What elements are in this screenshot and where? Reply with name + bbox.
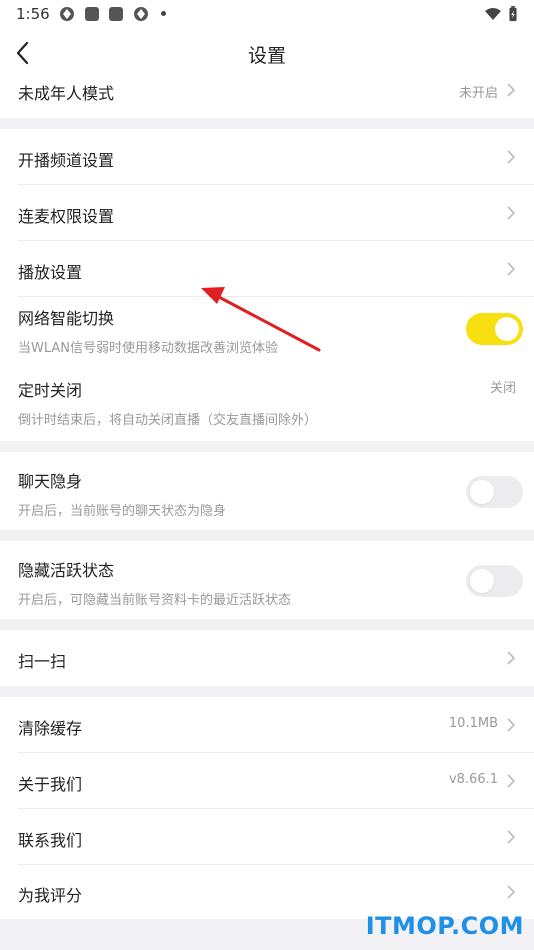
settings-item-rate[interactable]: 为我评分 [0,865,534,919]
setting-value: 10.1MB [448,716,498,731]
header-bar: 设置 [0,28,534,78]
settings-item-clear-cache[interactable]: 清除缓存 10.1MB [0,697,534,753]
app-notification-icon [60,7,74,21]
status-time: 1:56 [16,5,50,23]
chevron-right-icon [507,262,516,276]
app-notification-icon [85,7,99,21]
settings-item-timer-off[interactable]: 定时关闭 关闭 倒计时结束后，将自动关闭直播（交友直播间除外） [0,363,534,441]
setting-value: 关闭 [489,381,516,396]
setting-label: 清除缓存 [18,719,83,738]
setting-label: 未成年人模式 [18,84,115,103]
settings-item-contact[interactable]: 联系我们 [0,809,534,865]
wifi-icon [485,8,501,20]
status-bar: 1:56 [0,0,534,28]
settings-item-hide-active: 隐藏活跃状态 开启后，可隐藏当前账号资料卡的最近活跃状态 [0,541,534,619]
settings-item-network-switch: 网络智能切换 当WLAN信号弱时使用移动数据改善浏览体验 [0,297,534,363]
chevron-right-icon [507,150,516,164]
app-notification-icon [109,7,123,21]
watermark-logo: ITMOP.COM [365,912,524,940]
chevron-right-icon [507,718,516,732]
toggle-knob [470,569,494,593]
chevron-right-icon [507,774,516,788]
chevron-right-icon [507,206,516,220]
setting-label: 隐藏活跃状态 [18,561,115,580]
chat-invisible-toggle[interactable] [466,476,523,508]
toggle-knob [495,317,519,341]
settings-item-mic-permission[interactable]: 连麦权限设置 [0,185,534,241]
settings-item-about[interactable]: 关于我们 v8.66.1 [0,753,534,809]
chevron-right-icon [507,83,516,97]
toggle-knob [470,480,494,504]
settings-item-channel[interactable]: 开播频道设置 [0,129,534,185]
setting-label: 定时关闭 [18,381,83,400]
app-notification-icon [134,7,148,21]
page-title: 设置 [247,45,286,67]
setting-label: 扫一扫 [18,652,67,671]
hide-active-toggle[interactable] [466,565,523,597]
setting-label: 连麦权限设置 [18,207,115,226]
chevron-right-icon [507,885,516,899]
settings-item-chat-invisible: 聊天隐身 开启后，当前账号的聊天状态为隐身 [0,452,534,530]
setting-value: 未开启 [458,86,498,101]
more-notifications-dot [161,11,166,16]
setting-label: 网络智能切换 [18,309,115,328]
setting-label: 聊天隐身 [18,472,83,491]
setting-label: 开播频道设置 [18,151,115,170]
settings-item-playback[interactable]: 播放设置 [0,241,534,297]
settings-item-scan[interactable]: 扫一扫 [0,630,534,686]
setting-description: 开启后，当前账号的聊天状态为隐身 [18,504,227,519]
chevron-right-icon [507,830,516,844]
setting-label: 为我评分 [18,886,83,905]
settings-item-minor-mode[interactable]: 未成年人模式 未开启 [0,78,534,118]
battery-icon [509,6,517,22]
setting-label: 关于我们 [18,775,83,794]
setting-value: v8.66.1 [448,772,498,787]
setting-description: 当WLAN信号弱时使用移动数据改善浏览体验 [18,341,279,356]
setting-description: 倒计时结束后，将自动关闭直播（交友直播间除外） [18,413,318,428]
setting-label: 联系我们 [18,831,83,850]
network-switch-toggle[interactable] [466,313,523,345]
setting-label: 播放设置 [18,263,83,282]
chevron-right-icon [507,651,516,665]
setting-description: 开启后，可隐藏当前账号资料卡的最近活跃状态 [18,593,292,608]
